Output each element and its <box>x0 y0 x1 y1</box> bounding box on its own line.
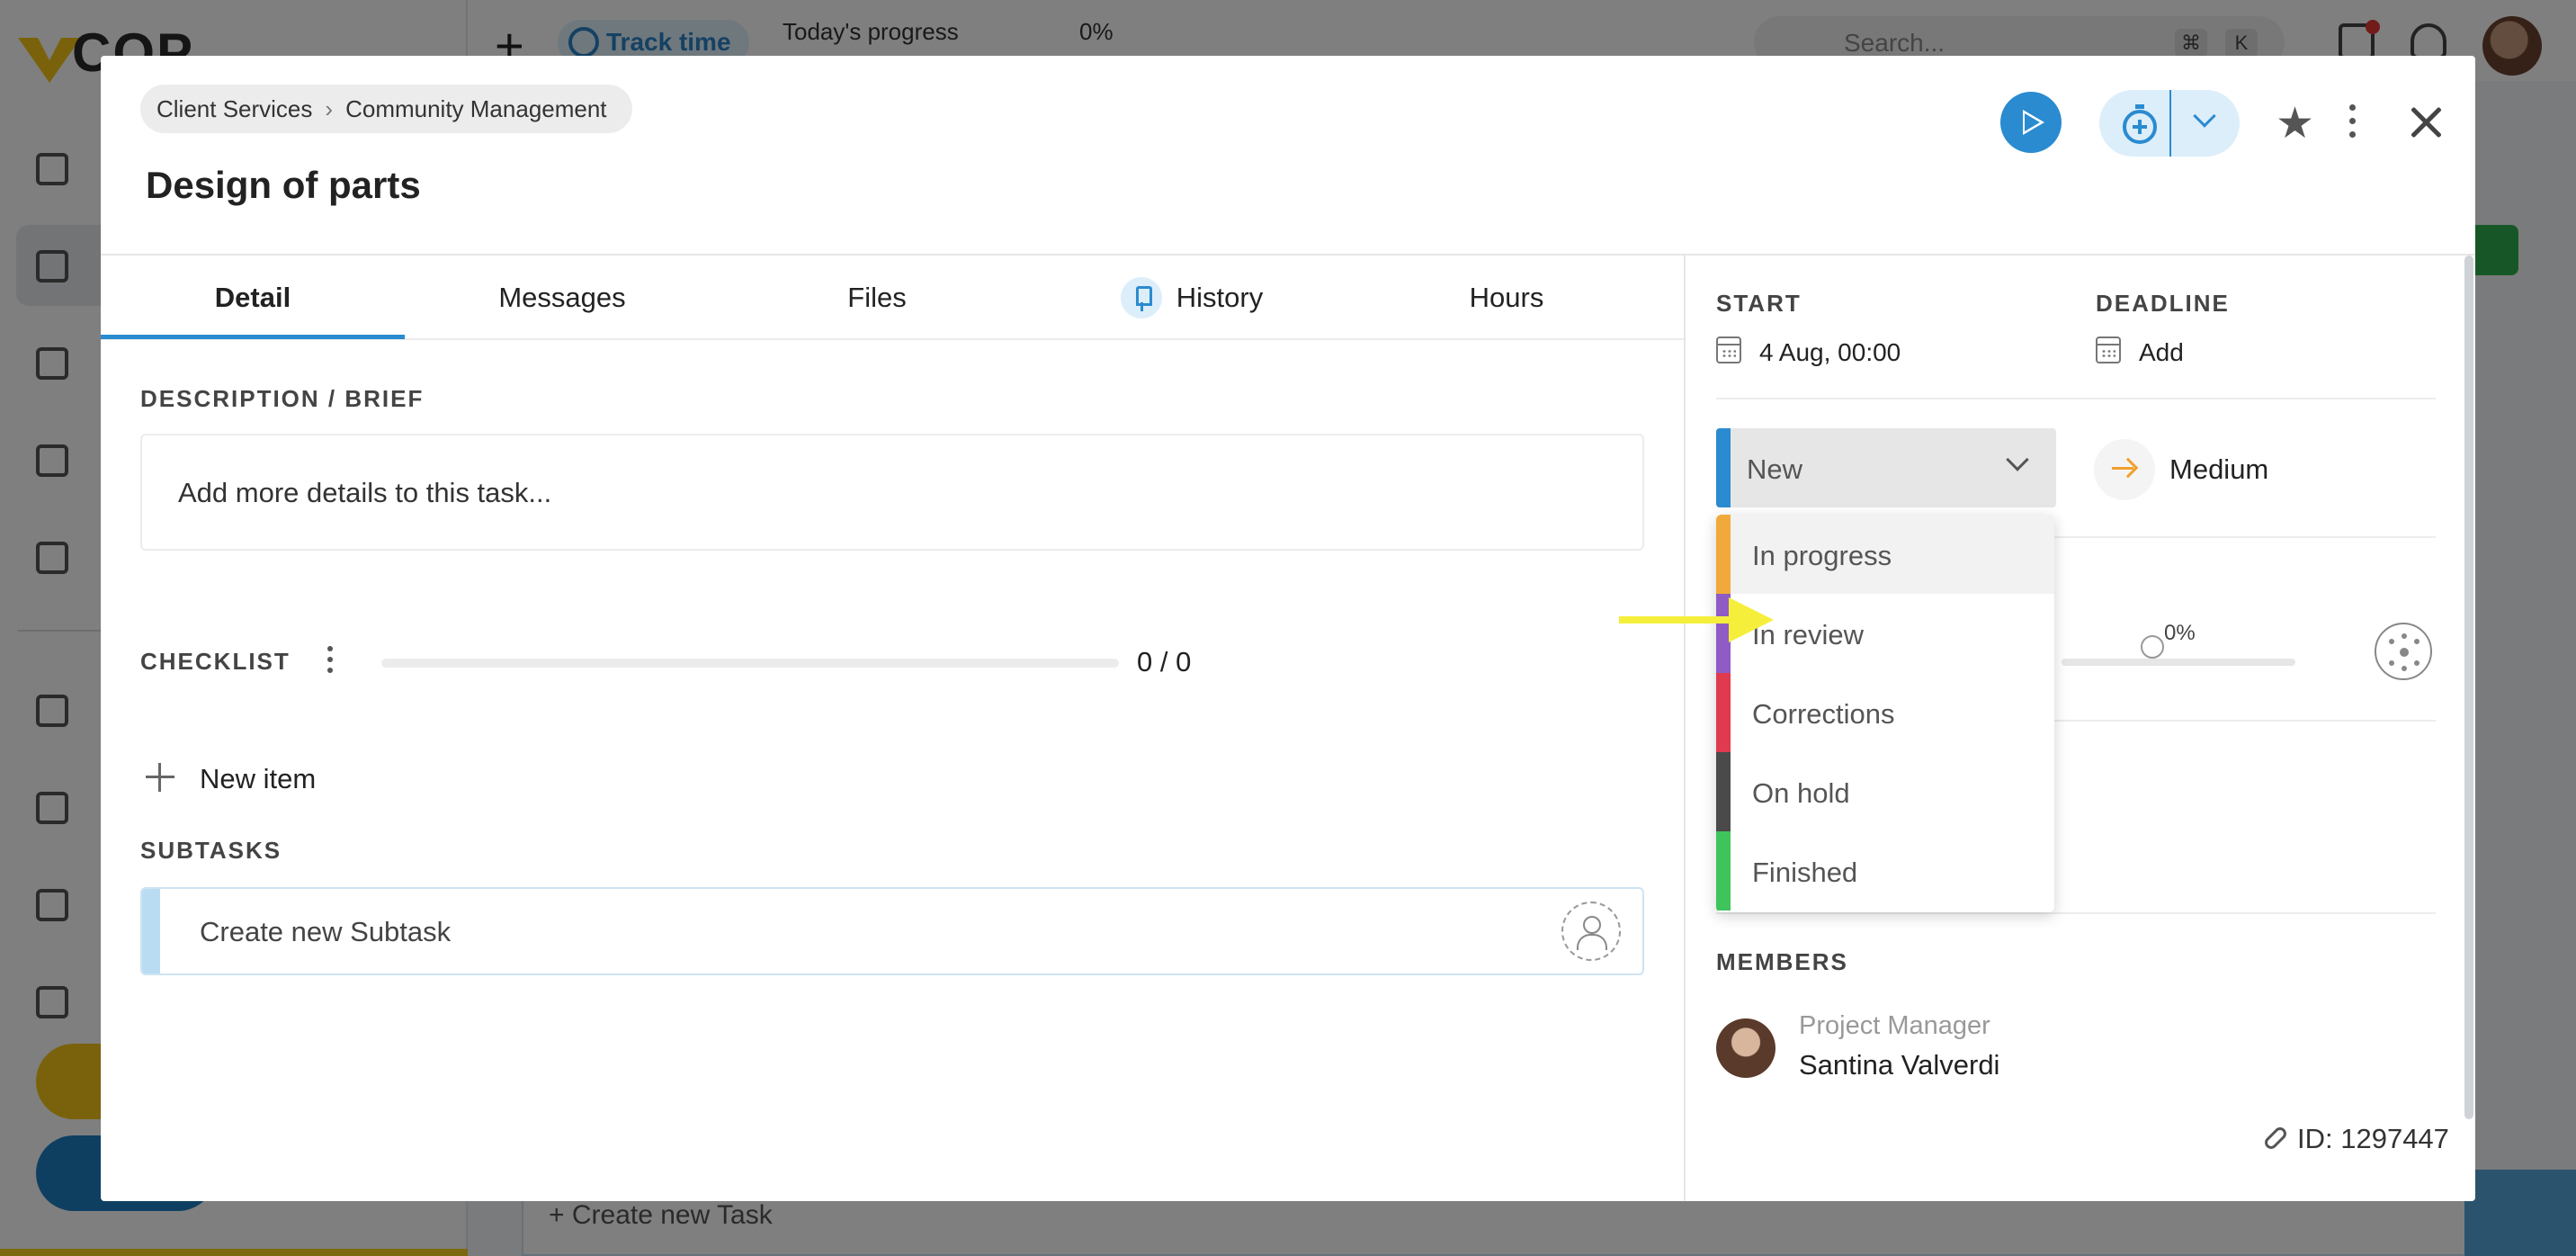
checklist-menu-icon[interactable] <box>327 646 335 682</box>
active-tab-indicator <box>101 335 405 339</box>
checklist-count: 0 / 0 <box>1137 646 1192 677</box>
status-option-on-hold[interactable]: On hold <box>1716 752 2054 831</box>
status-option-finished[interactable]: Finished <box>1716 831 2054 911</box>
start-date[interactable]: 4 Aug, 00:00 <box>1759 338 1901 367</box>
avatar[interactable] <box>1716 1018 1775 1078</box>
tab-files[interactable]: Files <box>720 256 1034 340</box>
close-icon[interactable] <box>2400 95 2454 149</box>
checklist-label: CHECKLIST <box>140 648 291 675</box>
calendar-icon <box>2096 336 2121 363</box>
new-item-button[interactable]: New item <box>200 763 316 795</box>
tab-hours[interactable]: Hours <box>1349 256 1664 340</box>
tab-label: Hours <box>1469 282 1544 313</box>
tab-messages[interactable]: Messages <box>405 256 720 340</box>
divider <box>1716 912 2436 914</box>
column-divider <box>1684 256 1686 1201</box>
description-label: DESCRIPTION / BRIEF <box>140 385 425 412</box>
status-color <box>1716 673 1731 752</box>
timer-split <box>2169 90 2171 157</box>
tab-history[interactable]: History <box>1034 256 1349 340</box>
calendar-icon <box>1716 336 1741 363</box>
tab-detail[interactable]: Detail <box>101 256 405 340</box>
link-icon[interactable] <box>2262 1125 2289 1152</box>
subtask-placeholder: Create new Subtask <box>200 916 452 947</box>
checklist-progress-bar <box>381 659 1119 668</box>
priority-value[interactable]: Medium <box>2169 453 2268 486</box>
play-icon <box>2025 113 2040 131</box>
status-color <box>1716 831 1731 911</box>
tab-bar: Detail Messages Files History Hours <box>101 256 1684 340</box>
breadcrumb: Client Services › Community Management <box>140 85 632 133</box>
timer-icon <box>2123 104 2157 144</box>
status-selected-value: New <box>1747 453 1803 485</box>
subtask-stripe <box>142 889 160 973</box>
scrollbar[interactable] <box>2464 256 2473 1119</box>
tab-label: Messages <box>498 282 626 313</box>
subtasks-label: SUBTASKS <box>140 837 282 864</box>
status-color <box>1716 752 1731 831</box>
breadcrumb-item-project[interactable]: Community Management <box>345 95 606 123</box>
deadline-add[interactable]: Add <box>2139 338 2184 367</box>
breadcrumb-item-client[interactable]: Client Services <box>157 95 312 123</box>
star-icon[interactable]: ★ <box>2276 97 2314 151</box>
task-modal: Client Services › Community Management D… <box>101 56 2475 1201</box>
annotation-arrow-shaft <box>1619 616 1736 624</box>
chevron-down-icon[interactable] <box>2193 104 2216 128</box>
member-role: Project Manager <box>1799 1011 1990 1040</box>
tab-label: Detail <box>214 282 291 313</box>
task-id[interactable]: ID: 1297447 <box>2297 1123 2449 1155</box>
chevron-right-icon: › <box>325 94 334 122</box>
dependencies-icon[interactable] <box>2375 623 2432 680</box>
page-title[interactable]: Design of parts <box>146 164 421 207</box>
annotation-arrow-icon <box>1729 597 1774 642</box>
pin-icon <box>1120 277 1162 318</box>
description-placeholder: Add more details to this task... <box>178 477 552 508</box>
kebab-icon[interactable] <box>2349 99 2357 153</box>
deadline-label: DEADLINE <box>2096 290 2230 317</box>
status-option-label: Finished <box>1752 857 1858 888</box>
arrow-right-icon <box>2112 467 2133 470</box>
tab-label: History <box>1176 282 1264 313</box>
status-color <box>1716 515 1731 594</box>
tab-label: Files <box>847 282 907 313</box>
plus-icon[interactable] <box>146 763 174 792</box>
progress-slider[interactable] <box>2062 659 2295 666</box>
progress-percent: 0% <box>2164 621 2196 645</box>
status-option-label: Corrections <box>1752 698 1895 730</box>
status-option-label: In progress <box>1752 540 1892 571</box>
member-name[interactable]: Santina Valverdi <box>1799 1049 1999 1081</box>
members-label: MEMBERS <box>1716 948 1848 975</box>
divider <box>1716 398 2436 399</box>
status-option-in-progress[interactable]: In progress <box>1716 515 2054 594</box>
play-button[interactable] <box>2000 92 2062 153</box>
status-option-label: On hold <box>1752 777 1850 809</box>
progress-slider-handle[interactable] <box>2141 635 2164 659</box>
status-dropdown: In progress In review Corrections On hol… <box>1716 515 2054 912</box>
status-color-stripe <box>1716 428 1731 507</box>
assign-user-icon[interactable] <box>1561 902 1621 961</box>
start-label: START <box>1716 290 1802 317</box>
status-option-corrections[interactable]: Corrections <box>1716 673 2054 752</box>
